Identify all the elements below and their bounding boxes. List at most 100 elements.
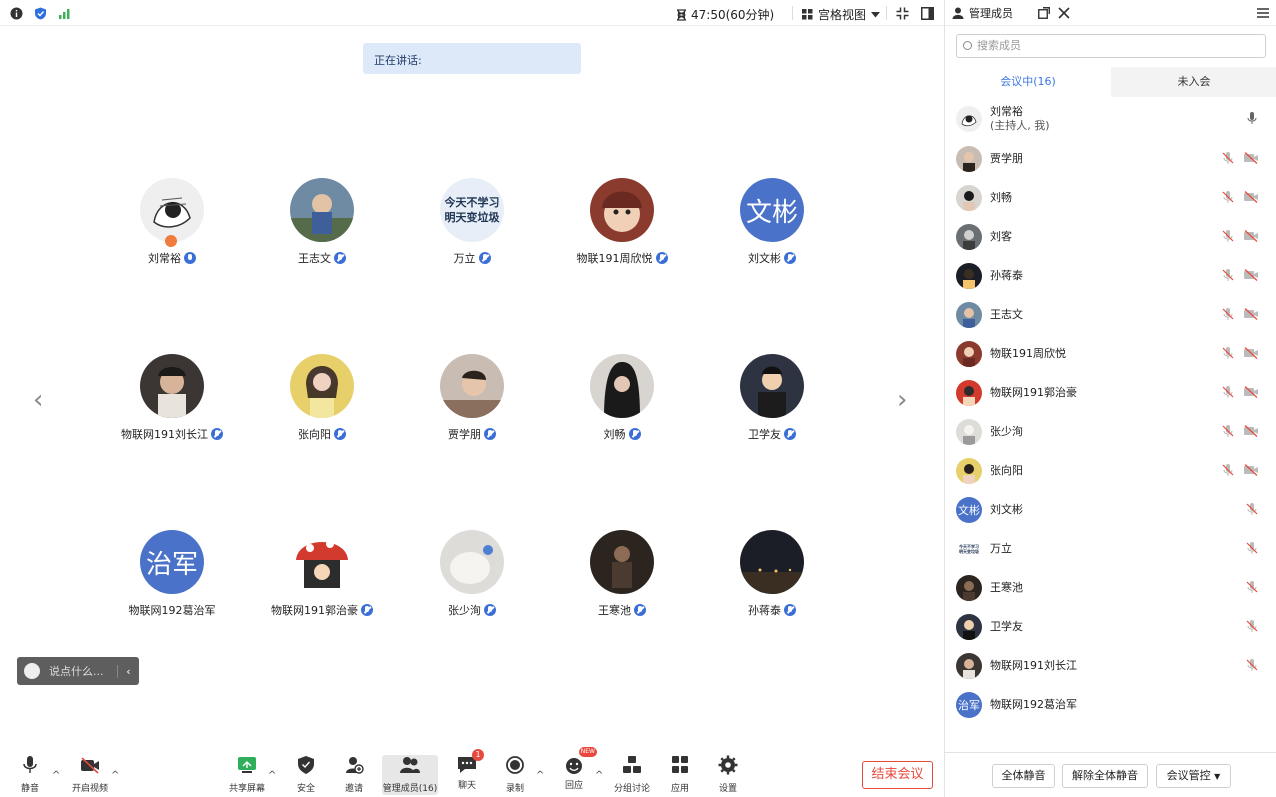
mic-muted-icon[interactable]	[1221, 385, 1235, 399]
camera-off-icon[interactable]	[1243, 190, 1259, 204]
member-row[interactable]: 张向阳	[945, 451, 1276, 490]
member-row[interactable]: 物联网191郭治豪	[945, 373, 1276, 412]
manage-members-button[interactable]: 管理成员(16)	[382, 755, 438, 795]
quick-chat-box[interactable]: 说点什么... ‹	[17, 657, 139, 685]
mic-muted-icon[interactable]	[1221, 463, 1235, 477]
start-video-button[interactable]: 开启视频	[62, 755, 118, 794]
member-row[interactable]: 卫学友	[945, 607, 1276, 646]
chevron-up-icon[interactable]: ^	[595, 770, 603, 781]
mute-button[interactable]: 静音	[2, 755, 58, 794]
mic-muted-icon[interactable]	[1245, 502, 1259, 516]
invite-button[interactable]: 邀请	[326, 755, 382, 794]
close-icon[interactable]	[1058, 7, 1070, 19]
member-row[interactable]: 物联网191刘长江	[945, 646, 1276, 685]
camera-off-icon[interactable]	[1243, 151, 1259, 165]
chevron-left-icon[interactable]: ‹	[117, 664, 139, 678]
chevron-up-icon[interactable]: ^	[111, 770, 119, 781]
avatar	[956, 184, 982, 211]
member-row[interactable]: 孙蒋泰	[945, 256, 1276, 295]
participant-tile[interactable]: 物联网191刘长江	[97, 354, 247, 442]
mic-muted-icon	[784, 604, 796, 616]
member-status-icons	[1245, 502, 1259, 516]
participant-tile[interactable]: 治军 物联网192葛治军	[97, 530, 247, 618]
info-icon[interactable]	[10, 7, 23, 20]
avatar	[956, 340, 982, 367]
participant-tile[interactable]: 物联191周欣悦	[547, 178, 697, 266]
member-row[interactable]: 物联191周欣悦	[945, 334, 1276, 373]
member-name: 张向阳	[990, 463, 1023, 477]
emoji-icon[interactable]	[24, 663, 40, 679]
mic-muted-icon[interactable]	[1245, 658, 1259, 672]
participant-tile[interactable]: 王志文	[247, 178, 397, 266]
camera-off-icon[interactable]	[1243, 424, 1259, 438]
participant-tile[interactable]: 张少洵	[397, 530, 547, 618]
mic-muted-icon[interactable]	[1245, 619, 1259, 633]
shield-icon[interactable]	[34, 7, 47, 20]
meeting-control-dropdown[interactable]: 会议管控 ▼	[1156, 764, 1231, 788]
share-screen-button[interactable]: 共享屏幕	[219, 755, 275, 794]
pop-out-icon[interactable]	[1038, 7, 1050, 19]
tab-not-joined[interactable]: 未入会	[1111, 67, 1276, 97]
menu-icon[interactable]	[1257, 8, 1269, 18]
participant-tile[interactable]: 刘畅	[547, 354, 697, 442]
member-row[interactable]: 刘畅	[945, 178, 1276, 217]
participant-tile[interactable]: 刘常裕	[97, 178, 247, 266]
microphone-icon	[23, 756, 37, 773]
chevron-up-icon[interactable]: ^	[536, 770, 544, 781]
mic-muted-icon[interactable]	[1245, 541, 1259, 555]
mic-muted-icon[interactable]	[1221, 268, 1235, 282]
prev-page-arrow[interactable]: ‹	[33, 385, 43, 415]
reaction-button[interactable]: NEW 回应	[546, 747, 602, 791]
mic-muted-icon[interactable]	[1221, 190, 1235, 204]
exit-fullscreen-icon[interactable]	[896, 7, 909, 20]
participant-tile[interactable]: 贾学朋	[397, 354, 547, 442]
sidebar-toggle-icon[interactable]	[921, 7, 934, 20]
mic-muted-icon[interactable]	[1245, 580, 1259, 594]
member-search-input[interactable]: 搜索成员	[956, 34, 1266, 58]
member-row[interactable]: 王志文	[945, 295, 1276, 334]
tab-in-meeting[interactable]: 会议中(16)	[945, 67, 1111, 97]
participant-tile[interactable]: 文彬 刘文彬	[697, 178, 847, 266]
camera-off-icon[interactable]	[1243, 385, 1259, 399]
camera-off-icon[interactable]	[1243, 346, 1259, 360]
settings-button[interactable]: 设置	[700, 755, 756, 794]
breakout-icon	[623, 756, 641, 773]
member-row[interactable]: 治军 物联网192葛治军	[945, 685, 1276, 724]
unread-badge: 1	[472, 749, 484, 761]
member-row[interactable]: 今天不学习 明天变垃圾 万立	[945, 529, 1276, 568]
participant-tile[interactable]: 孙蒋泰	[697, 530, 847, 618]
member-row[interactable]: 贾学朋	[945, 139, 1276, 178]
microphone-icon[interactable]	[1245, 111, 1259, 125]
divider	[886, 6, 887, 20]
mute-all-button[interactable]: 全体静音	[992, 764, 1055, 788]
mic-muted-icon[interactable]	[1221, 151, 1235, 165]
member-row[interactable]: 王寒池	[945, 568, 1276, 607]
participant-tile[interactable]: 卫学友	[697, 354, 847, 442]
member-row[interactable]: 张少洵	[945, 412, 1276, 451]
mic-muted-icon[interactable]	[1221, 307, 1235, 321]
camera-off-icon[interactable]	[1243, 268, 1259, 282]
record-button[interactable]: 录制	[487, 755, 543, 794]
mic-muted-icon[interactable]	[1221, 346, 1235, 360]
camera-off-icon[interactable]	[1243, 463, 1259, 477]
chat-input[interactable]: 说点什么...	[49, 663, 117, 679]
signal-icon[interactable]	[58, 7, 71, 20]
chevron-up-icon[interactable]: ^	[52, 770, 60, 781]
participant-tile[interactable]: 张向阳	[247, 354, 397, 442]
unmute-all-button[interactable]: 解除全体静音	[1062, 764, 1148, 788]
mic-muted-icon[interactable]	[1221, 229, 1235, 243]
participant-tile[interactable]: 物联网191郭治豪	[247, 530, 397, 618]
participant-tile[interactable]: 今天不学习 明天变垃圾 万立	[397, 178, 547, 266]
member-row[interactable]: 文彬 刘文彬	[945, 490, 1276, 529]
member-row[interactable]: 刘客	[945, 217, 1276, 256]
end-meeting-button[interactable]: 结束会议	[862, 761, 933, 789]
camera-off-icon[interactable]	[1243, 229, 1259, 243]
avatar	[590, 354, 654, 418]
mic-muted-icon[interactable]	[1221, 424, 1235, 438]
member-row[interactable]: 刘常裕 (主持人, 我)	[945, 99, 1276, 139]
participant-tile[interactable]: 王寒池	[547, 530, 697, 618]
camera-off-icon[interactable]	[1243, 307, 1259, 321]
view-mode-dropdown[interactable]: 宫格视图	[802, 6, 881, 23]
chevron-up-icon[interactable]: ^	[268, 770, 276, 781]
next-page-arrow[interactable]: ›	[897, 385, 907, 415]
